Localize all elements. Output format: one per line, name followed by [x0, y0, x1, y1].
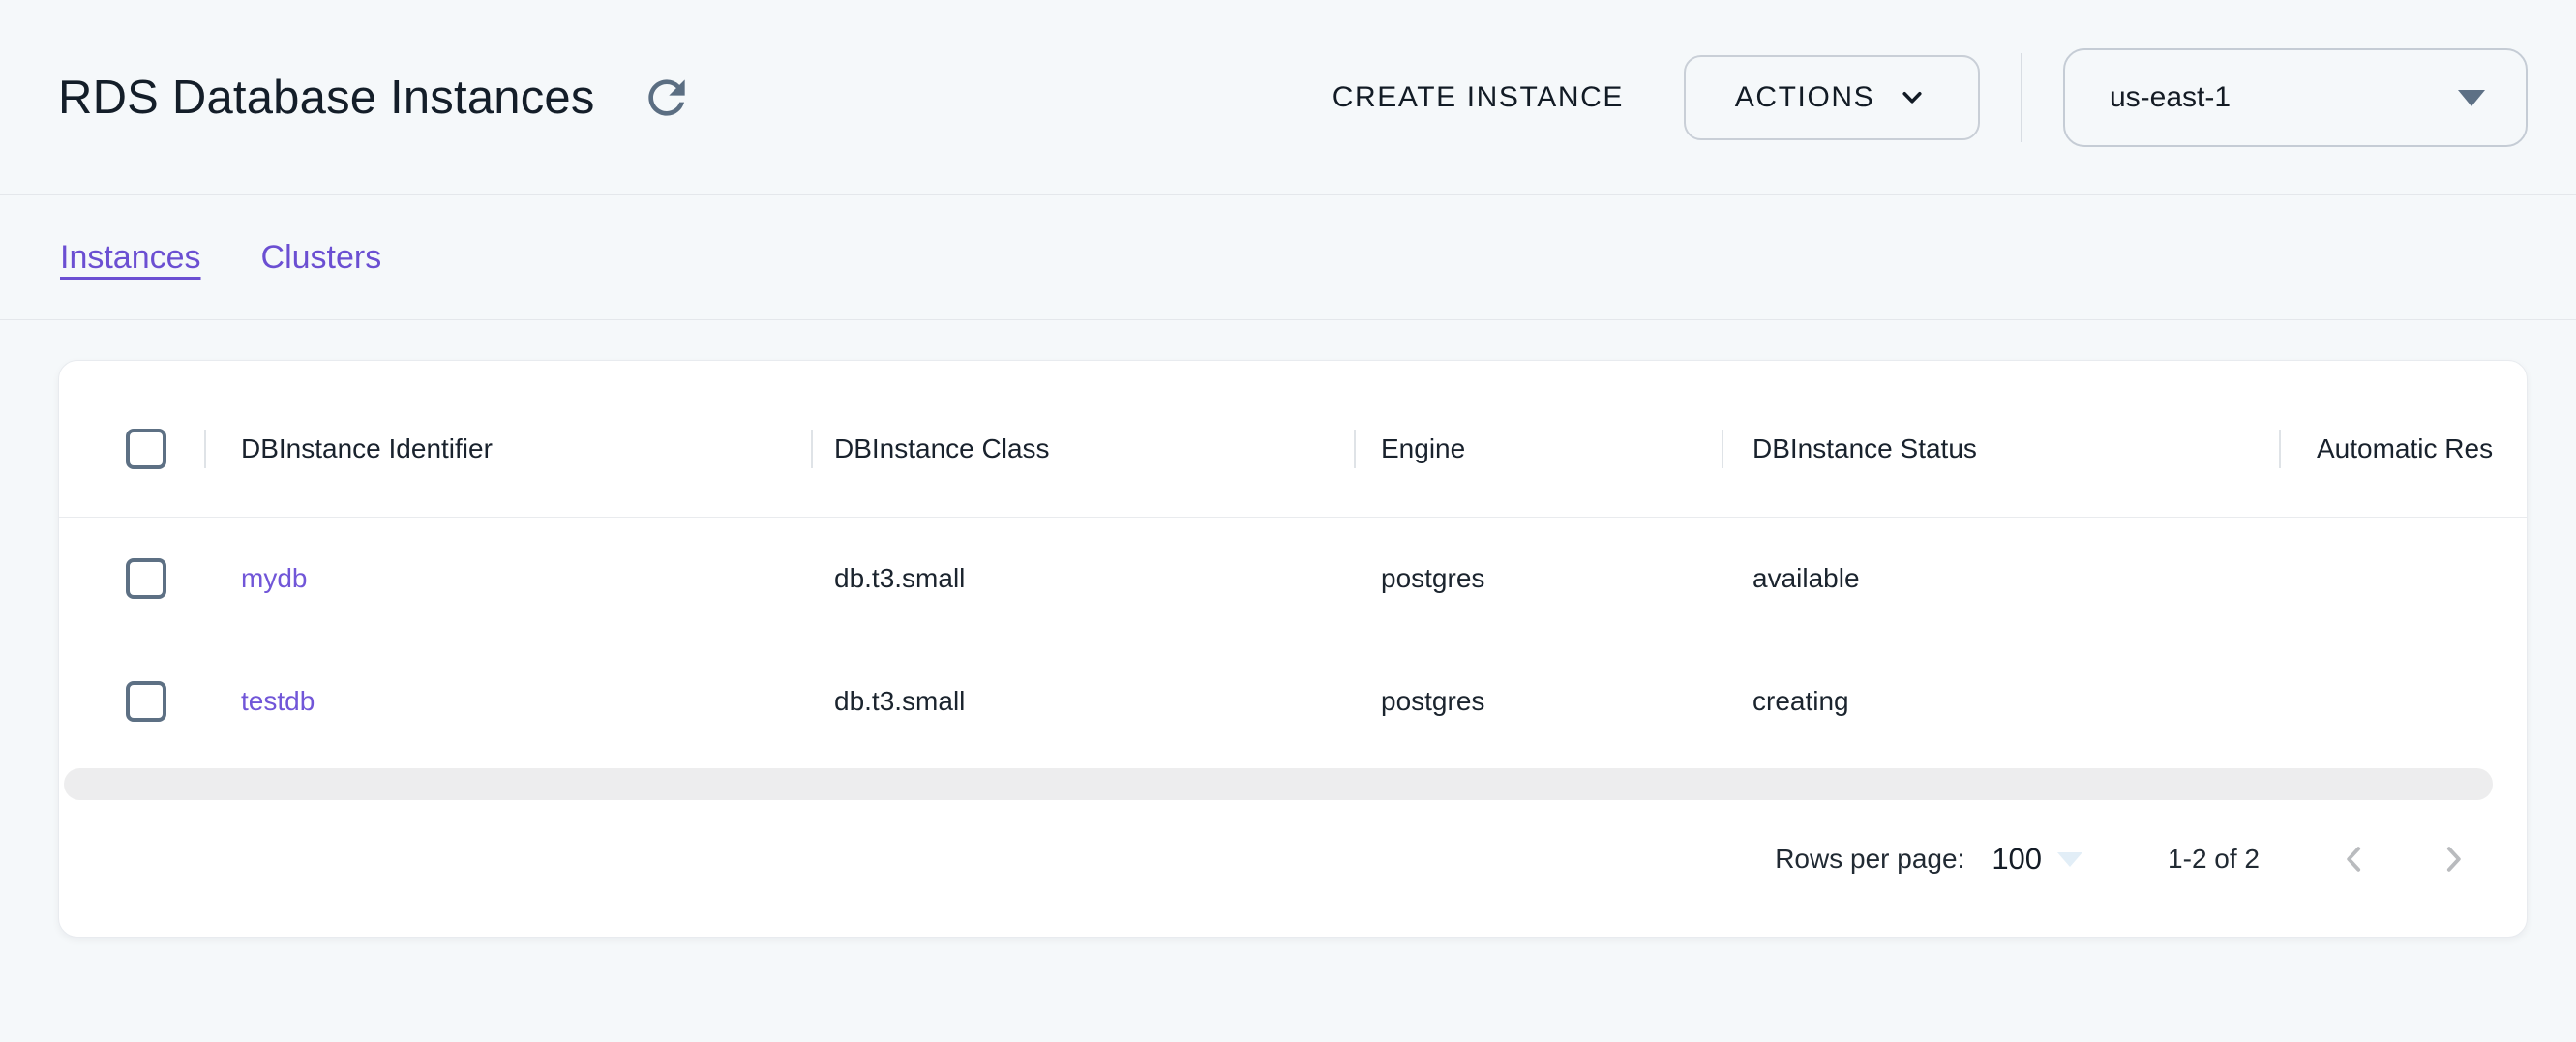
main-content: DBInstance Identifier DBInstance Class E…	[0, 320, 2576, 938]
horizontal-scrollbar-thumb[interactable]	[64, 768, 2493, 800]
actions-button-label: ACTIONS	[1735, 81, 1875, 114]
refresh-icon	[640, 71, 694, 125]
row-checkbox-cell	[59, 518, 204, 640]
rows-per-page-select[interactable]: 100	[1992, 842, 2042, 877]
cell-engine: postgres	[1354, 518, 1722, 640]
instances-table-card: DBInstance Identifier DBInstance Class E…	[58, 360, 2528, 938]
select-all-checkbox[interactable]	[126, 429, 166, 469]
column-header-class: DBInstance Class	[811, 380, 1354, 517]
column-header-engine: Engine	[1354, 380, 1722, 517]
horizontal-scrollbar-track	[64, 768, 2491, 800]
rds-console-page: RDS Database Instances CREATE INSTANCE A…	[0, 0, 2576, 1042]
table-row: mydb db.t3.small postgres available	[59, 518, 2527, 640]
triangle-down-icon[interactable]	[2057, 852, 2082, 867]
previous-page-button[interactable]	[2323, 828, 2385, 890]
cell-engine: postgres	[1354, 640, 1722, 762]
pagination-range-label: 1-2 of 2	[2168, 844, 2260, 875]
actions-button[interactable]: ACTIONS	[1684, 55, 1980, 140]
column-header-identifier: DBInstance Identifier	[204, 380, 811, 517]
chevron-left-icon	[2335, 840, 2374, 878]
instance-link[interactable]: testdb	[241, 686, 315, 717]
cell-identifier: testdb	[204, 640, 811, 762]
tab-clusters[interactable]: Clusters	[261, 239, 382, 277]
cell-identifier: mydb	[204, 518, 811, 640]
tab-instances[interactable]: Instances	[60, 239, 201, 277]
chevron-down-icon	[1896, 81, 1929, 114]
create-instance-button[interactable]: CREATE INSTANCE	[1305, 62, 1651, 134]
view-tabs: Instances Clusters	[0, 195, 2576, 320]
cell-automatic	[2279, 640, 2527, 762]
row-checkbox[interactable]	[126, 558, 166, 599]
cell-status: available	[1722, 518, 2279, 640]
row-checkbox-cell	[59, 640, 204, 762]
cell-automatic	[2279, 518, 2527, 640]
page-title: RDS Database Instances	[58, 71, 595, 125]
page-header: RDS Database Instances CREATE INSTANCE A…	[0, 0, 2576, 195]
header-checkbox-cell	[59, 380, 204, 517]
rows-per-page-label: Rows per page:	[1775, 844, 1964, 875]
header-vertical-divider	[2021, 53, 2022, 142]
refresh-button[interactable]	[636, 67, 698, 129]
cell-class: db.t3.small	[811, 518, 1354, 640]
cell-class: db.t3.small	[811, 640, 1354, 762]
region-select-value: us-east-1	[2110, 81, 2231, 114]
column-header-automatic: Automatic Res	[2279, 380, 2527, 517]
triangle-down-icon	[2458, 90, 2485, 106]
region-select[interactable]: us-east-1	[2063, 48, 2528, 147]
chevron-right-icon	[2434, 840, 2472, 878]
table-header-row: DBInstance Identifier DBInstance Class E…	[59, 361, 2527, 518]
column-header-status: DBInstance Status	[1722, 380, 2279, 517]
cell-status: creating	[1722, 640, 2279, 762]
next-page-button[interactable]	[2422, 828, 2484, 890]
row-checkbox[interactable]	[126, 681, 166, 722]
instance-link[interactable]: mydb	[241, 563, 307, 594]
table-row: testdb db.t3.small postgres creating	[59, 640, 2527, 762]
table-pagination: Rows per page: 100 1-2 of 2	[59, 806, 2527, 912]
